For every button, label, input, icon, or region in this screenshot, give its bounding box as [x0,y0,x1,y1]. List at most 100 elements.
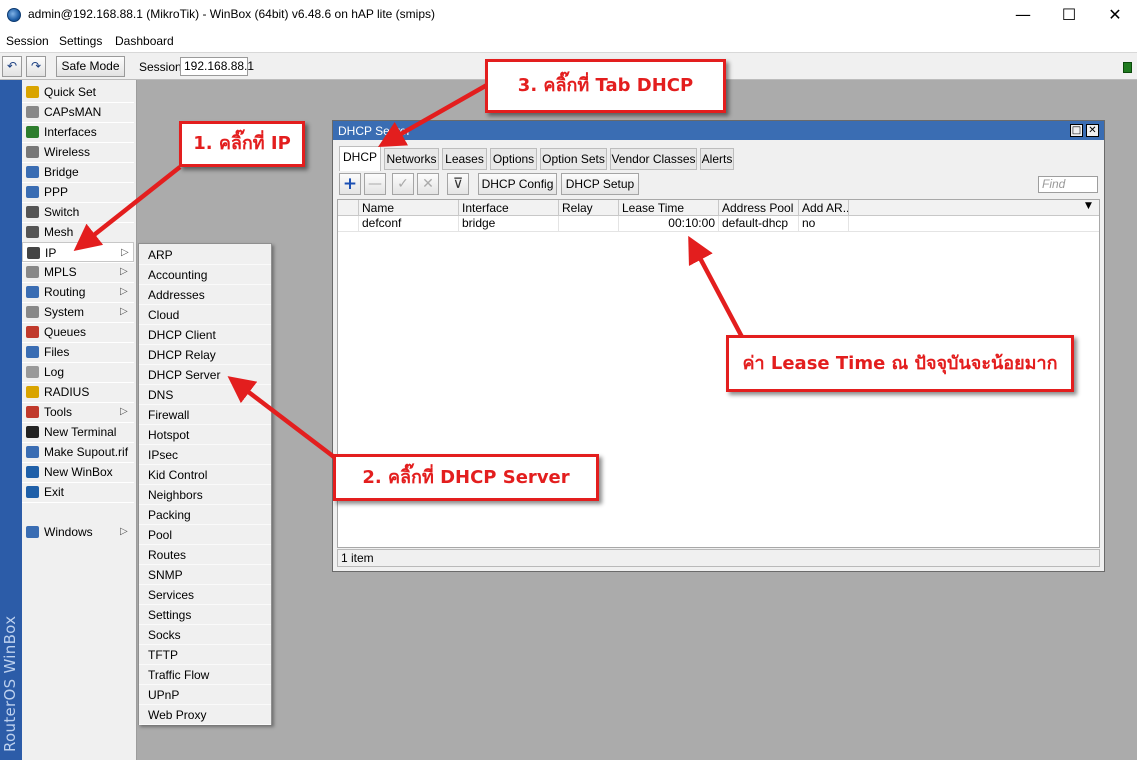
sidebar-item-bridge[interactable]: Bridge [22,162,134,182]
maximize-button[interactable]: ☐ [1046,0,1092,31]
session-label: Session: [139,60,186,74]
ip-menu-dns[interactable]: DNS [139,385,271,405]
submenu-arrow-icon: ▷ [120,286,128,297]
column-relay[interactable]: Relay [559,200,619,216]
sidebar-item-new-winbox[interactable]: New WinBox [22,462,134,482]
sidebar-item-wireless[interactable]: Wireless [22,142,134,162]
sidebar-item-switch[interactable]: Switch [22,202,134,222]
column-add-arp[interactable]: Add AR... [799,200,849,216]
undo-button[interactable]: ↶ [2,56,22,77]
dhcp-config-button[interactable]: DHCP Config [478,173,557,195]
ip-menu-pool[interactable]: Pool [139,525,271,545]
ip-menu-firewall[interactable]: Firewall [139,405,271,425]
sidebar-item-label: System [44,305,85,319]
queues-icon [26,326,39,338]
menubar: Session Settings Dashboard [0,31,1137,52]
sidebar-item-quick-set[interactable]: Quick Set [22,82,134,102]
sidebar-item-capsman[interactable]: CAPsMAN [22,102,134,122]
sidebar-item-routing[interactable]: Routing ▷ [22,282,134,302]
ip-menu-services[interactable]: Services [139,585,271,605]
find-input[interactable]: Find [1038,176,1098,193]
terminal-icon [26,426,39,438]
sidebar-item-new-terminal[interactable]: New Terminal [22,422,134,442]
dhcp-window-maximize-button[interactable]: □ [1070,124,1083,137]
cell-add-arp: no [799,216,849,232]
sidebar-item-queues[interactable]: Queues [22,322,134,342]
ip-menu-settings[interactable]: Settings [139,605,271,625]
wireless-icon [26,146,39,158]
sidebar-item-make-supout-rif[interactable]: Make Supout.rif [22,442,134,462]
tab-options[interactable]: Options [490,148,537,170]
sidebar-item-exit[interactable]: Exit [22,482,134,502]
ip-menu-ipsec[interactable]: IPsec [139,445,271,465]
sidebar-item-log[interactable]: Log [22,362,134,382]
tab-networks[interactable]: Networks [384,148,439,170]
ip-menu-packing[interactable]: Packing [139,505,271,525]
sidebar-item-mesh[interactable]: Mesh [22,222,134,242]
ip-menu-dhcp-relay[interactable]: DHCP Relay [139,345,271,365]
dhcp-window-titlebar[interactable]: DHCP Server □ ✕ [333,121,1104,140]
sidebar-item-tools[interactable]: Tools ▷ [22,402,134,422]
sidebar-item-label: Queues [44,325,87,339]
ip-menu-cloud[interactable]: Cloud [139,305,271,325]
session-field: 192.168.88.1 [180,57,254,76]
sidebar-item-system[interactable]: System ▷ [22,302,134,322]
menu-session[interactable]: Session [6,34,49,48]
ip-menu-dhcp-server[interactable]: DHCP Server [139,365,271,385]
sidebar-item-label: New WinBox [44,465,113,479]
window-titlebar: admin@192.168.88.1 (MikroTik) - WinBox (… [0,0,1137,31]
callout-step2: 2. คลิ๊กที่ DHCP Server [333,454,599,501]
disable-button[interactable]: ✕ [417,173,439,195]
sidebar-item-radius[interactable]: RADIUS [22,382,134,402]
sidebar-item-mpls[interactable]: MPLS ▷ [22,262,134,282]
ip-menu-web-proxy[interactable]: Web Proxy [139,705,271,725]
ip-menu-routes[interactable]: Routes [139,545,271,565]
table-row[interactable]: defconf bridge 00:10:00 default-dhcp no [338,216,1099,232]
ip-menu-addresses[interactable]: Addresses [139,285,271,305]
column-address-pool[interactable]: Address Pool [719,200,799,216]
safe-mode-button[interactable]: Safe Mode [56,56,125,77]
tab-option-sets[interactable]: Option Sets [540,148,607,170]
tab-vendor-classes[interactable]: Vendor Classes [610,148,697,170]
column-name[interactable]: Name [359,200,459,216]
ip-menu-snmp[interactable]: SNMP [139,565,271,585]
menu-settings[interactable]: Settings [59,34,102,48]
sidebar-item-ip[interactable]: IP ▷ [22,242,134,262]
ip-menu-traffic-flow[interactable]: Traffic Flow [139,665,271,685]
ip-menu-tftp[interactable]: TFTP [139,645,271,665]
sidebar-item-windows[interactable]: Windows ▷ [22,522,134,542]
tab-dhcp[interactable]: DHCP [339,146,381,171]
columns-dropdown-icon[interactable]: ▼ [1085,201,1092,211]
close-button[interactable]: ✕ [1092,0,1137,31]
sidebar-item-label: Windows [44,525,93,539]
submenu-arrow-icon: ▷ [121,247,129,258]
menu-dashboard[interactable]: Dashboard [115,34,174,48]
tab-leases[interactable]: Leases [442,148,487,170]
sidebar-item-label: Tools [44,405,73,419]
ip-menu-socks[interactable]: Socks [139,625,271,645]
sidebar-item-files[interactable]: Files [22,342,134,362]
sidebar-item-ppp[interactable]: PPP [22,182,134,202]
minimize-button[interactable]: — [1000,0,1046,31]
enable-button[interactable]: ✓ [392,173,414,195]
remove-button[interactable]: — [364,173,386,195]
column-lease-time[interactable]: Lease Time [619,200,719,216]
ip-menu-kid-control[interactable]: Kid Control [139,465,271,485]
ip-menu-neighbors[interactable]: Neighbors [139,485,271,505]
column-interface[interactable]: Interface [459,200,559,216]
dhcp-setup-button[interactable]: DHCP Setup [561,173,639,195]
redo-button[interactable]: ↷ [26,56,46,77]
filter-button[interactable]: ⊽ [447,173,469,195]
supout-icon [26,446,39,458]
ip-menu-dhcp-client[interactable]: DHCP Client [139,325,271,345]
dhcp-window-close-button[interactable]: ✕ [1086,124,1099,137]
sidebar-item-label: Wireless [44,145,91,159]
ip-menu-arp[interactable]: ARP [139,245,271,265]
ip-menu-upnp[interactable]: UPnP [139,685,271,705]
ip-menu-hotspot[interactable]: Hotspot [139,425,271,445]
tab-alerts[interactable]: Alerts [700,148,734,170]
sidebar-item-interfaces[interactable]: Interfaces [22,122,134,142]
sidebar-item-label: Exit [44,485,65,499]
ip-menu-accounting[interactable]: Accounting [139,265,271,285]
add-button[interactable]: + [339,173,361,195]
